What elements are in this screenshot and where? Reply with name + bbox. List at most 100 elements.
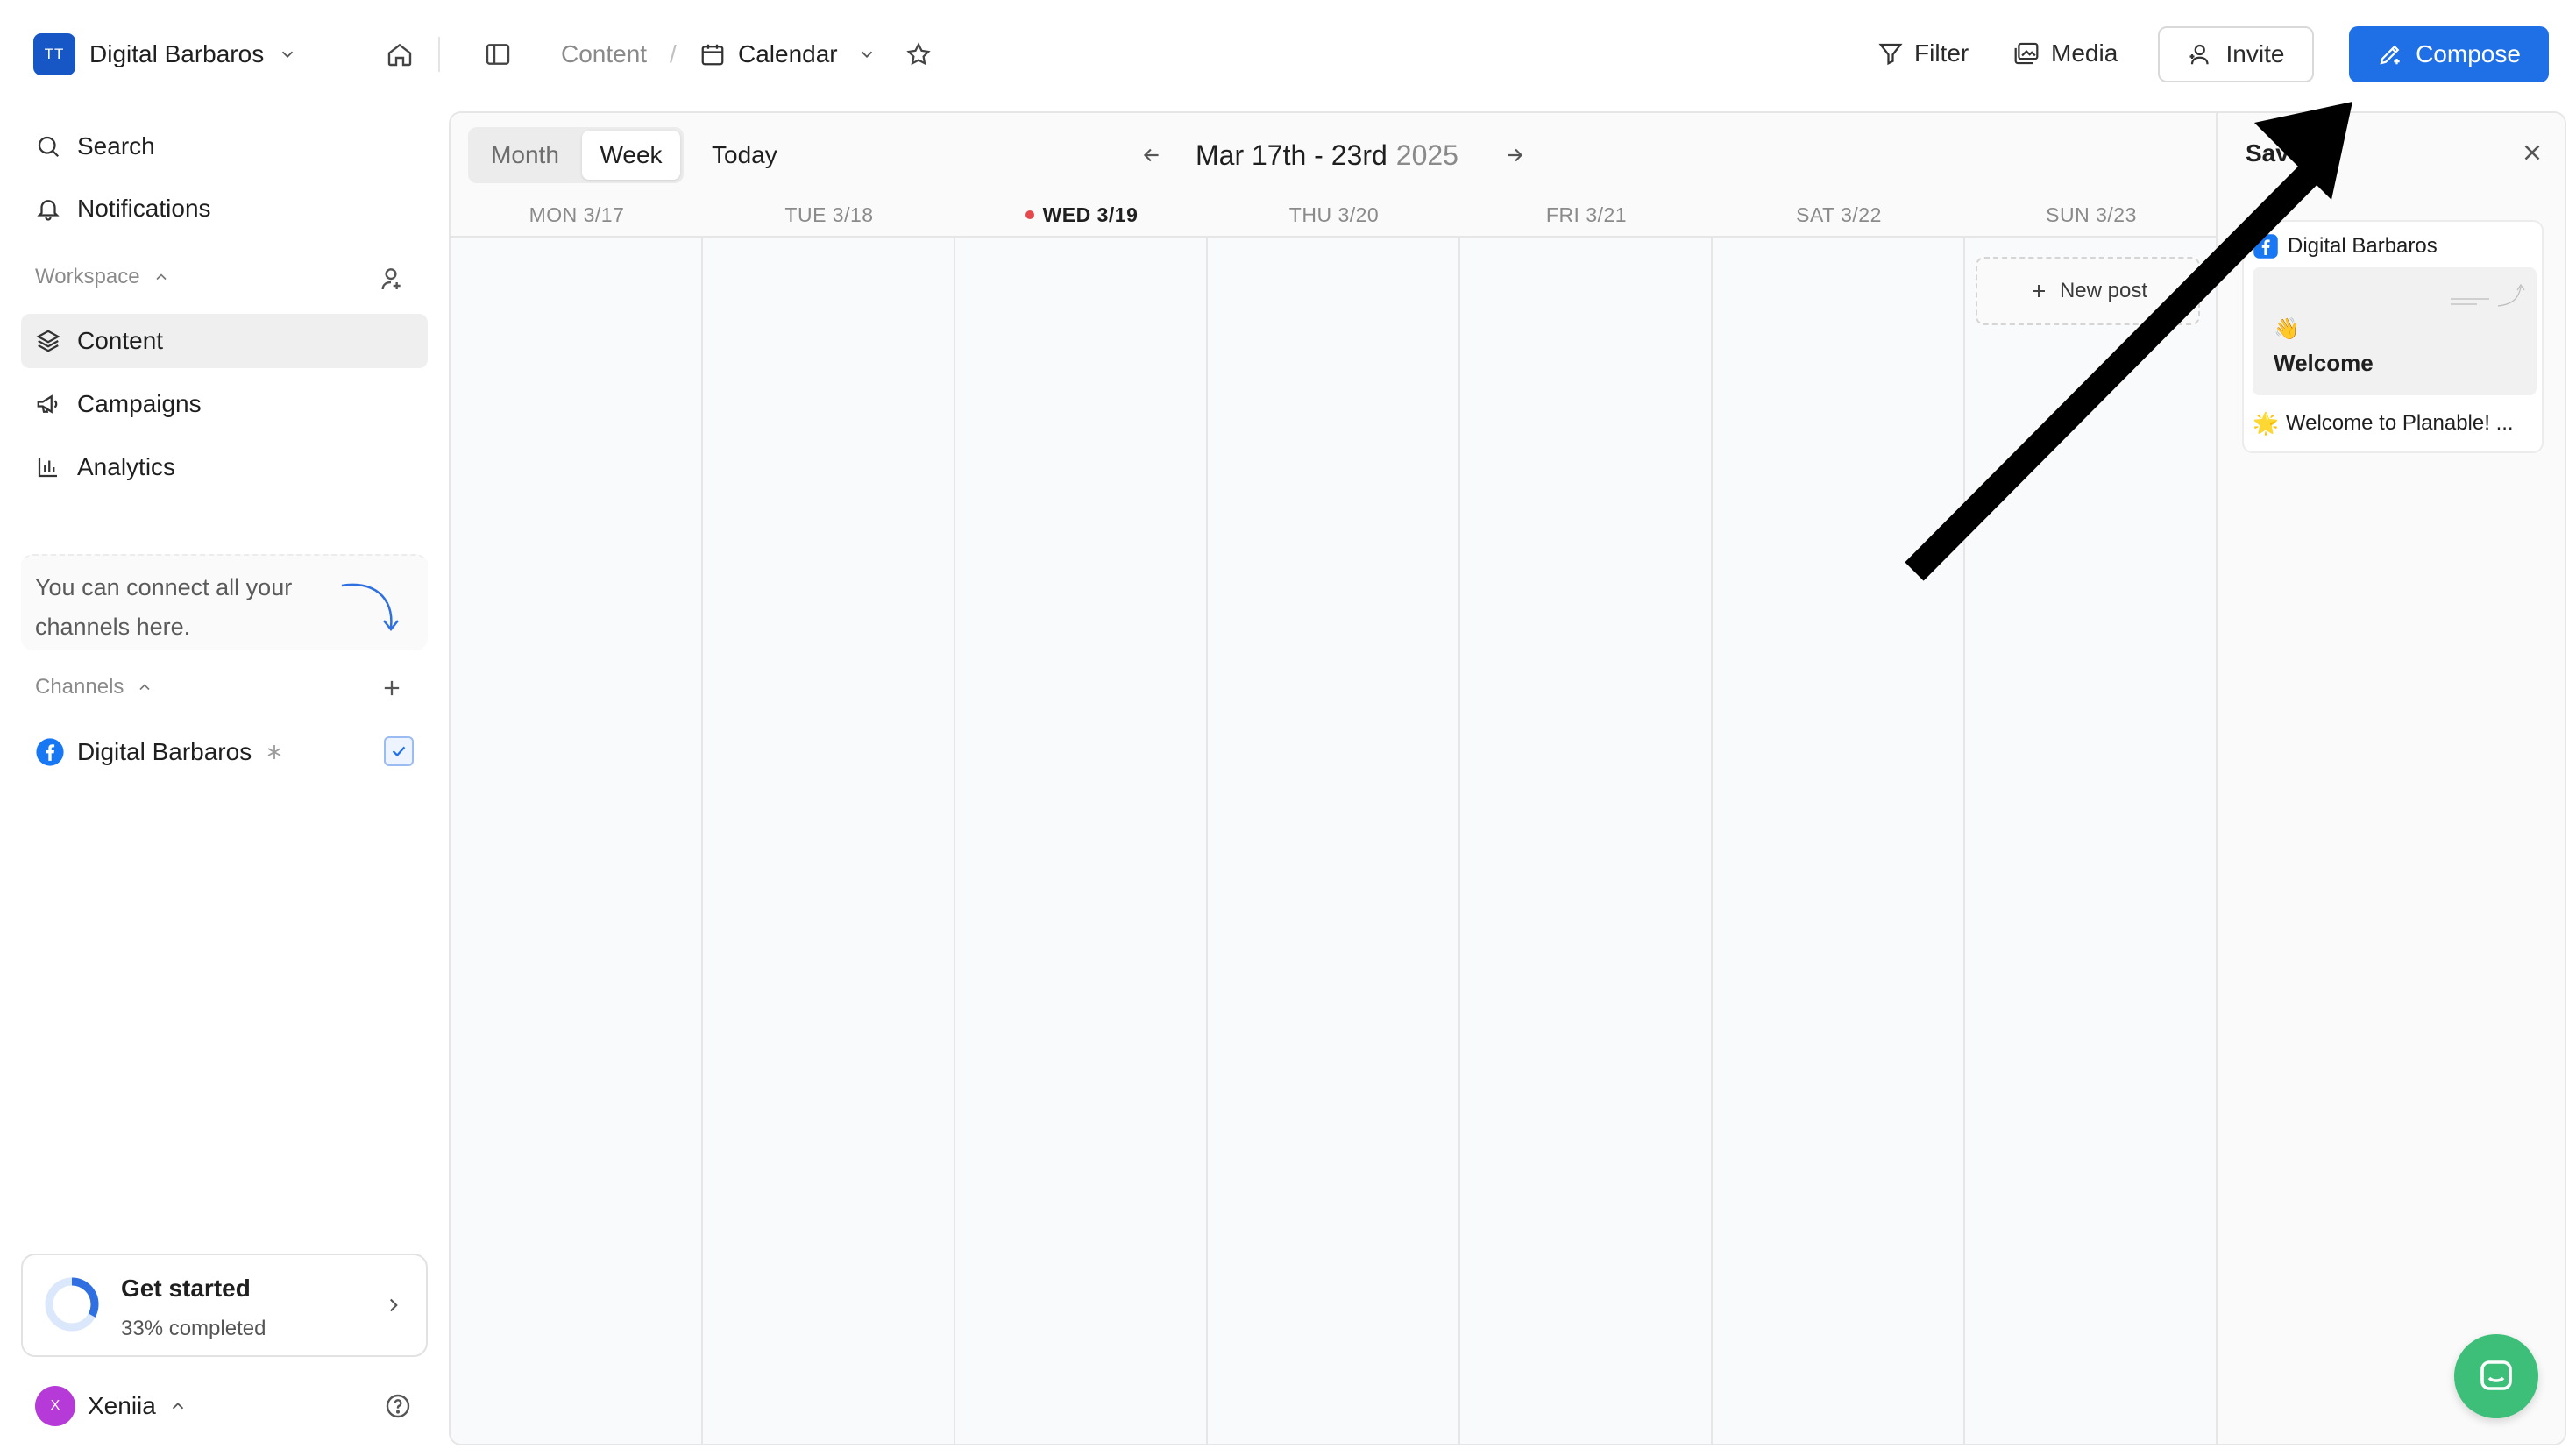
chevron-up-icon (153, 268, 170, 286)
day-header-tue: TUE 3/18 (784, 202, 874, 226)
compose-label: Compose (2416, 40, 2521, 67)
get-started-progress-text: 33% completed (121, 1317, 266, 1340)
grid-divider (1963, 236, 1965, 1444)
star-icon[interactable] (901, 37, 936, 72)
channels-section-header[interactable]: Channels (35, 675, 153, 700)
filter-button[interactable]: Filter (1877, 25, 1969, 82)
view-week-button[interactable]: Week (582, 131, 680, 180)
channel-item[interactable]: Digital Barbaros (35, 731, 285, 773)
day-header-sun: SUN 3/23 (2046, 202, 2137, 226)
grid-divider (1458, 236, 1460, 1444)
user-name: Xeniia (88, 1392, 156, 1419)
invite-label: Invite (2225, 40, 2285, 67)
help-icon[interactable] (382, 1390, 414, 1422)
sidebar-notifications[interactable]: Notifications (21, 181, 428, 236)
post-card-header: Digital Barbaros (2253, 229, 2438, 264)
post-card-channel: Digital Barbaros (2288, 234, 2438, 258)
caption-emoji: 🌟 (2253, 411, 2279, 436)
saved-posts-panel: Sav Digital Barbaros 👋 Welcome 🌟 Welcome… (2216, 113, 2565, 1444)
filter-icon (1877, 40, 1904, 67)
date-range-main: Mar 17th - 23rd (1196, 138, 1387, 171)
get-started-title: Get started (121, 1275, 251, 1302)
caption-text: Welcome to Planable! ... (2285, 411, 2514, 435)
compose-button[interactable]: Compose (2349, 26, 2549, 82)
home-icon[interactable] (382, 37, 417, 72)
close-icon[interactable] (2519, 139, 2551, 171)
filter-label: Filter (1914, 39, 1969, 67)
media-button[interactable]: Media (2012, 25, 2118, 82)
sidebar-search[interactable]: Search (21, 119, 428, 174)
bar-chart-icon (35, 454, 61, 480)
view-switcher: Month Week (468, 127, 684, 183)
new-post-label: New post (2059, 279, 2148, 302)
sidebar-toggle-icon[interactable] (480, 37, 515, 72)
sidebar-item-label: Analytics (77, 453, 176, 480)
workspace-name: Digital Barbaros (89, 40, 265, 67)
chevron-down-icon (278, 45, 297, 64)
chat-launcher-button[interactable] (2454, 1334, 2538, 1418)
breadcrumb-calendar[interactable]: Calendar (699, 30, 876, 79)
today-indicator (1025, 210, 1034, 219)
calendar-icon (699, 41, 726, 67)
channel-checkbox[interactable] (384, 736, 414, 766)
workspace-switcher[interactable]: TT Digital Barbaros (33, 30, 297, 79)
layers-icon (35, 328, 61, 354)
post-card-title: Welcome (2274, 350, 2374, 376)
curved-arrow-icon (337, 577, 407, 638)
search-icon (35, 133, 61, 160)
manage-users-icon[interactable] (375, 263, 407, 295)
bell-icon (35, 195, 61, 222)
day-header-wed: WED 3/19 (955, 197, 1208, 232)
sidebar-item-content[interactable]: Content (21, 314, 428, 368)
view-month-button[interactable]: Month (472, 131, 578, 180)
panel-title: Sav (2246, 139, 2289, 167)
add-user-icon (2188, 41, 2214, 67)
add-channel-icon[interactable] (377, 673, 407, 703)
asterisk-icon (264, 742, 285, 763)
today-button[interactable]: Today (712, 127, 777, 183)
day-header-thu: THU 3/20 (1288, 202, 1380, 226)
sidebar-search-label: Search (77, 132, 155, 160)
channels-section-label: Channels (35, 675, 124, 699)
date-range-year: 2025 (1395, 138, 1458, 171)
media-label: Media (2051, 39, 2118, 67)
sidebar-item-label: Content (77, 327, 164, 354)
breadcrumb-content[interactable]: Content (561, 30, 647, 79)
facebook-icon (35, 737, 65, 767)
post-card-media: 👋 Welcome (2253, 267, 2537, 395)
calendar-view: Month Week Today Mar 17th - 23rd 2025 MO… (449, 111, 2566, 1445)
facebook-icon (2253, 233, 2279, 259)
day-header-wed-label: WED 3/19 (1042, 202, 1139, 226)
grid-divider (1711, 236, 1713, 1444)
progress-ring (42, 1275, 102, 1334)
next-week-icon[interactable] (1497, 127, 1532, 183)
chevron-down-icon[interactable] (857, 45, 876, 64)
sidebar-item-analytics[interactable]: Analytics (21, 440, 428, 494)
connect-channels-hint: You can connect all your channels here. (21, 554, 428, 650)
post-card-caption: 🌟 Welcome to Planable! ... (2253, 406, 2537, 441)
workspace-section-header[interactable]: Workspace (35, 265, 170, 289)
megaphone-icon (35, 391, 61, 417)
plus-icon (2028, 281, 2049, 302)
saved-post-card[interactable]: Digital Barbaros 👋 Welcome 🌟 Welcome to … (2242, 220, 2544, 453)
new-post-button[interactable]: New post (1976, 257, 2200, 325)
sidebar-item-campaigns[interactable]: Campaigns (21, 377, 428, 431)
post-card-emoji: 👋 (2274, 317, 2300, 341)
prev-week-icon[interactable] (1134, 127, 1169, 183)
day-header-sat: SAT 3/22 (1796, 202, 1882, 226)
checkmark-icon (389, 742, 408, 761)
get-started-card[interactable]: Get started 33% completed (21, 1254, 428, 1357)
breadcrumb-separator: / (670, 40, 677, 67)
chevron-up-icon (136, 678, 153, 696)
chevron-up-icon (168, 1396, 188, 1416)
app-window: TT Digital Barbaros Content / Calendar F… (0, 0, 2576, 1456)
invite-button[interactable]: Invite (2158, 26, 2314, 82)
toolbar-divider (438, 37, 440, 72)
breadcrumb-calendar-label: Calendar (738, 40, 838, 67)
grid-divider (701, 236, 703, 1444)
sidebar-notifications-label: Notifications (77, 195, 211, 222)
user-menu[interactable]: X Xeniia (35, 1385, 188, 1427)
compose-icon (2377, 41, 2403, 67)
mini-arrow-icon (2445, 280, 2530, 315)
grid-divider (1206, 236, 1208, 1444)
